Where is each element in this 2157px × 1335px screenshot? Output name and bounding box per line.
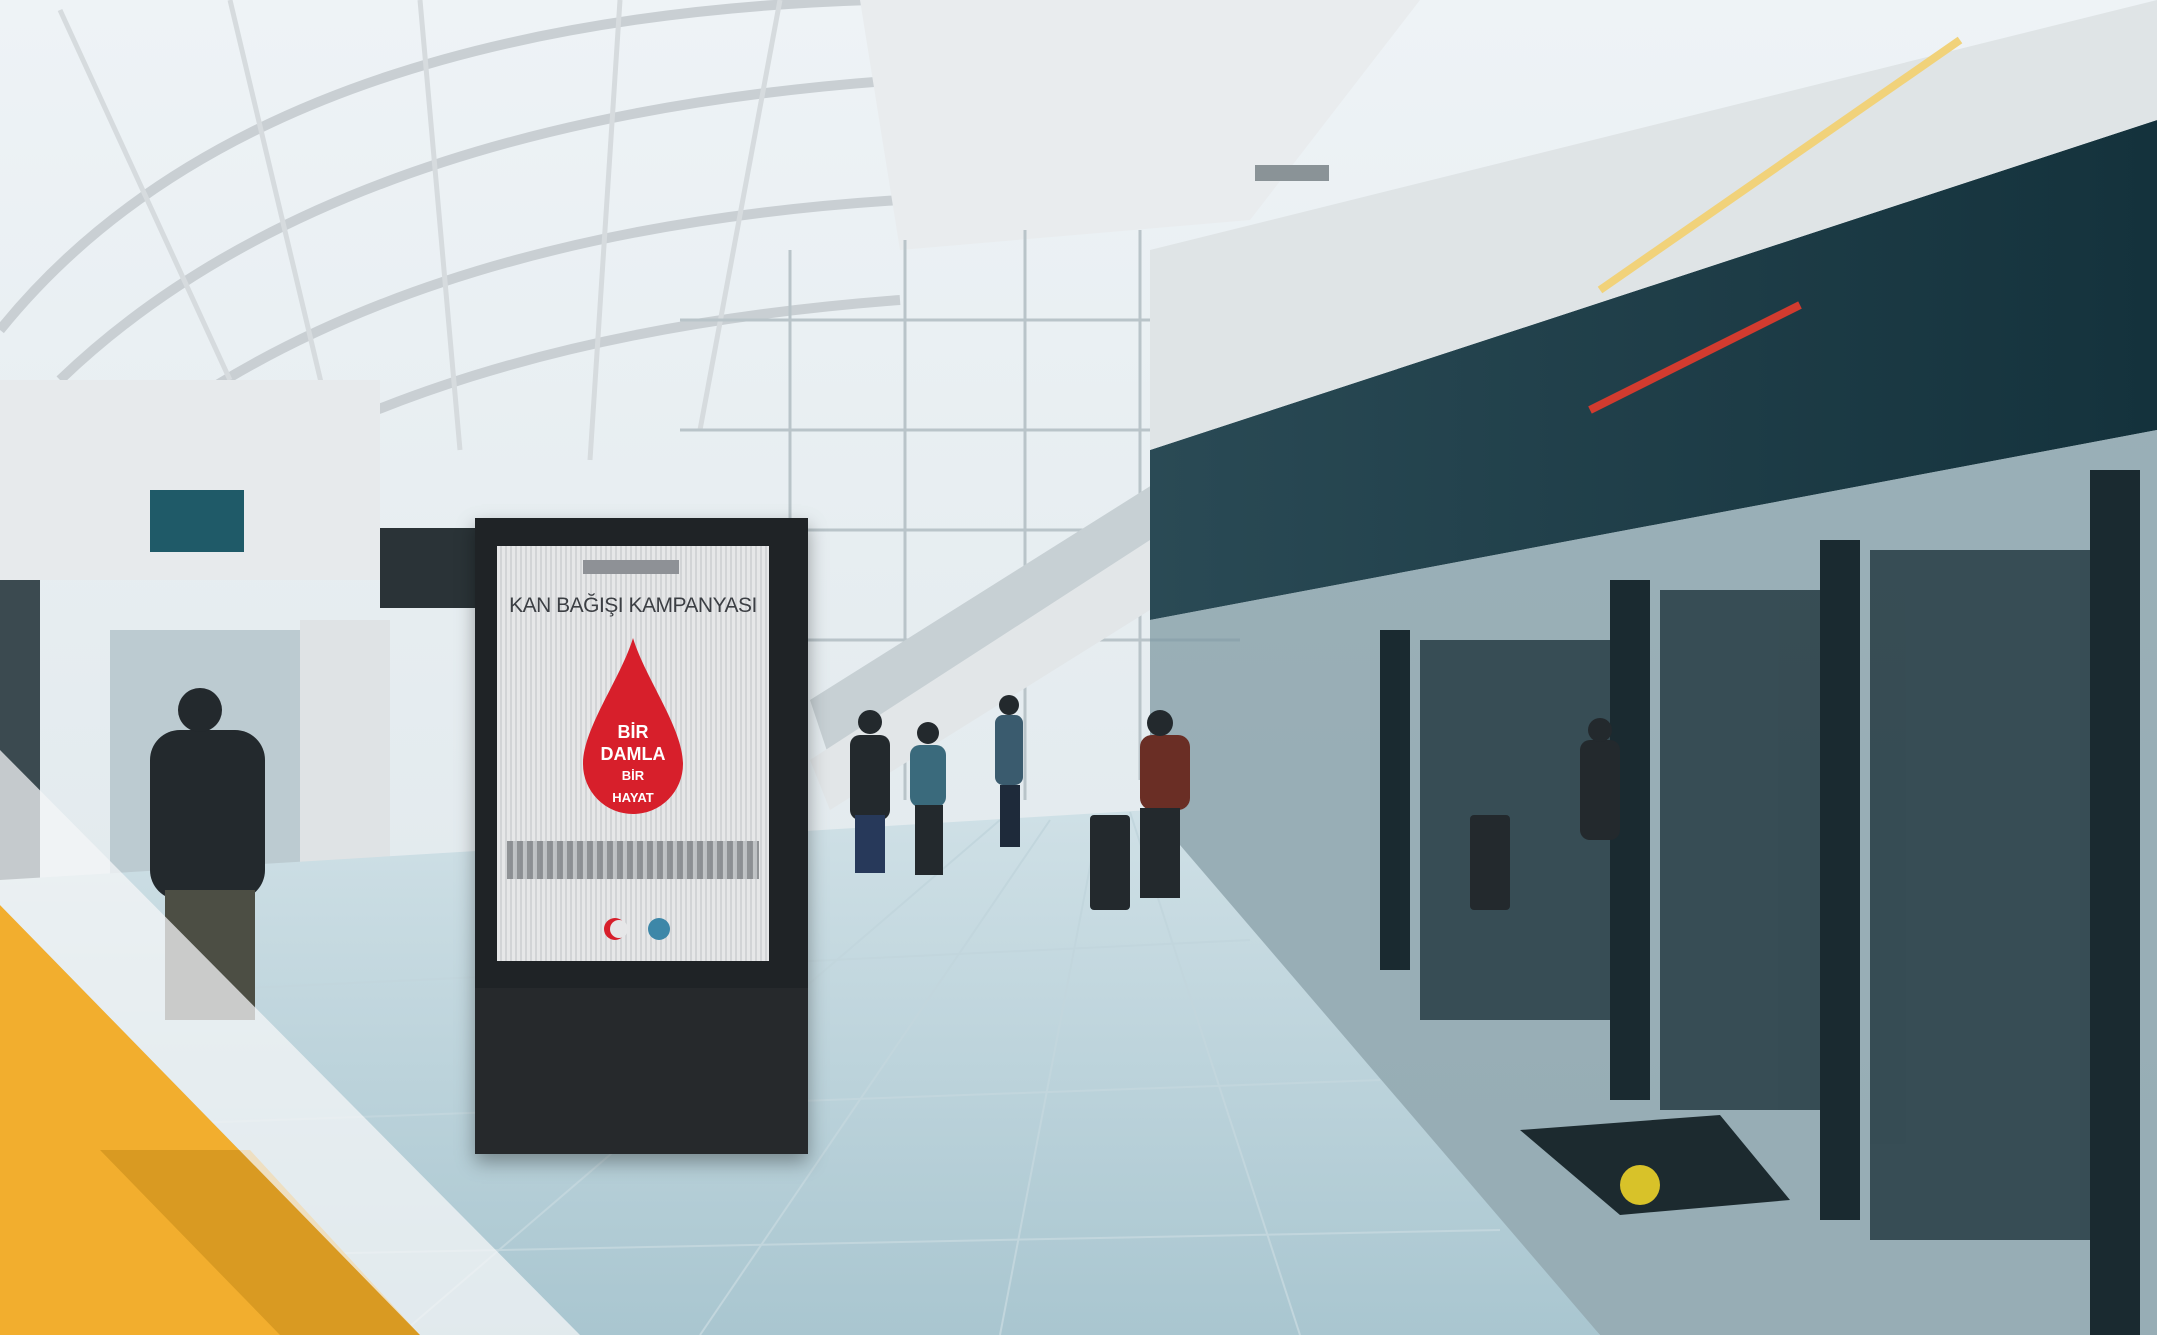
crowd-graphic — [507, 841, 759, 879]
slogan-line: BİR — [621, 768, 645, 783]
campaign-title: KAN BAĞIŞI KAMPANYASI — [509, 594, 757, 617]
metro-station-scene — [0, 0, 2157, 1335]
slogan: BİR DAMLA BİR HAYAT — [583, 721, 683, 809]
sponsor-logos — [604, 918, 670, 940]
slogan-line: DAMLA — [600, 744, 666, 764]
ad-screen: KAN BAĞIŞI KAMPANYASI BİR DAMLA BİR HAYA… — [497, 546, 769, 961]
slogan-line: HAYAT — [612, 790, 654, 805]
ministry-logo-icon — [648, 918, 670, 940]
digital-ad-kiosk: KAN BAĞIŞI KAMPANYASI BİR DAMLA BİR HAYA… — [475, 518, 808, 1154]
slogan-line: BİR — [617, 722, 649, 742]
ad-header-strip — [583, 560, 679, 574]
kiosk-base — [475, 988, 808, 1154]
